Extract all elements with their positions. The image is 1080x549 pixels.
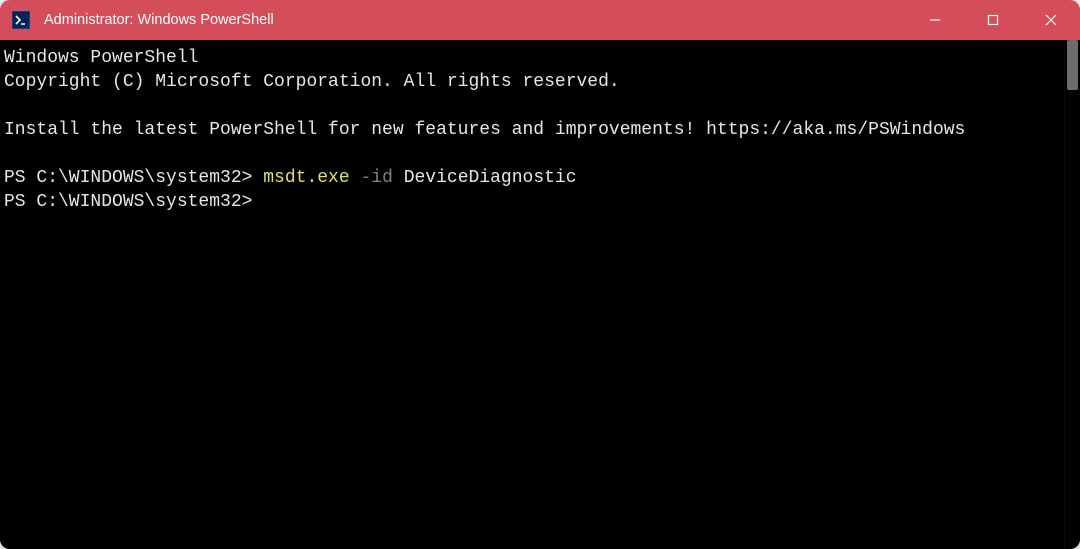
powershell-window: Administrator: Windows PowerShell Windo bbox=[0, 0, 1080, 549]
close-button[interactable] bbox=[1022, 0, 1080, 40]
terminal-line: Copyright (C) Microsoft Corporation. All… bbox=[4, 70, 1060, 94]
terminal-line: Install the latest PowerShell for new fe… bbox=[4, 118, 1060, 142]
titlebar[interactable]: Administrator: Windows PowerShell bbox=[0, 0, 1080, 40]
terminal-line bbox=[4, 142, 1060, 166]
terminal-line: Windows PowerShell bbox=[4, 46, 1060, 70]
prompt-text: PS C:\WINDOWS\system32> bbox=[4, 168, 263, 188]
command-flag: -id bbox=[350, 168, 393, 188]
terminal-command-line: PS C:\WINDOWS\system32> msdt.exe -id Dev… bbox=[4, 166, 1060, 190]
scrollbar[interactable] bbox=[1064, 40, 1080, 549]
powershell-icon bbox=[12, 11, 30, 29]
command-executable: msdt.exe bbox=[263, 168, 349, 188]
scrollbar-thumb[interactable] bbox=[1067, 40, 1078, 90]
window-title: Administrator: Windows PowerShell bbox=[44, 12, 906, 28]
terminal[interactable]: Windows PowerShellCopyright (C) Microsof… bbox=[0, 40, 1064, 549]
terminal-prompt: PS C:\WINDOWS\system32> bbox=[4, 190, 1060, 214]
command-argument: DeviceDiagnostic bbox=[393, 168, 577, 188]
window-controls bbox=[906, 0, 1080, 40]
minimize-button[interactable] bbox=[906, 0, 964, 40]
maximize-button[interactable] bbox=[964, 0, 1022, 40]
terminal-area: Windows PowerShellCopyright (C) Microsof… bbox=[0, 40, 1080, 549]
terminal-line bbox=[4, 94, 1060, 118]
